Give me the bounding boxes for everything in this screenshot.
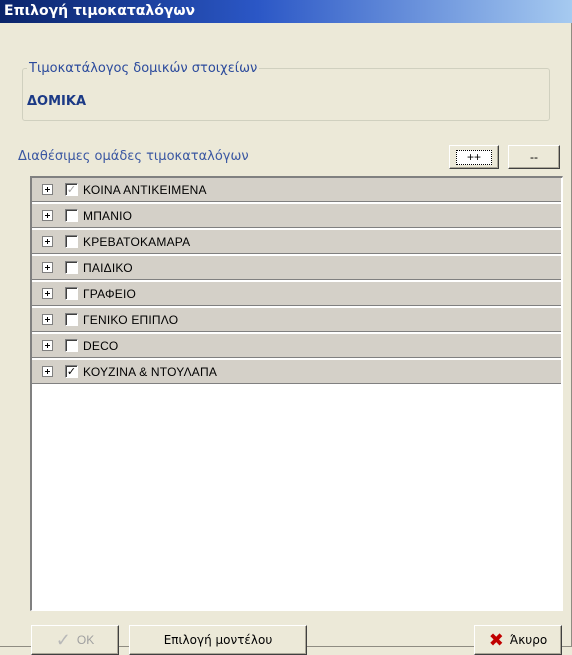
row-label: ΚΡΕΒΑΤΟΚΑΜΑΡΑ bbox=[83, 234, 191, 249]
window-title: Επιλογή τιμοκαταλόγων bbox=[0, 0, 572, 23]
row-label: ΠΑΙΔΙΚΟ bbox=[83, 260, 133, 275]
expand-icon[interactable] bbox=[42, 210, 53, 221]
row-checkbox[interactable] bbox=[65, 261, 78, 274]
row-checkbox[interactable]: ✓ bbox=[65, 183, 78, 196]
group-value: ΔΟΜΙΚΑ bbox=[27, 94, 87, 109]
collapse-all-button[interactable]: -- bbox=[508, 145, 560, 169]
expand-all-label: ++ bbox=[455, 149, 492, 165]
row-checkbox[interactable] bbox=[65, 209, 78, 222]
row-label: ΚΟΙΝΑ ΑΝΤΙΚΕΙΜΕΝΑ bbox=[83, 182, 207, 197]
row-checkbox[interactable] bbox=[65, 339, 78, 352]
expand-icon[interactable] bbox=[42, 366, 53, 377]
tree-row[interactable]: ΓΡΑΦΕΙΟ bbox=[32, 282, 561, 306]
price-list-group: Τιμοκατάλογος δομικών στοιχείων ΔΟΜΙΚΑ bbox=[22, 61, 550, 121]
row-checkbox[interactable] bbox=[65, 313, 78, 326]
groups-tree-list[interactable]: ✓ ΚΟΙΝΑ ΑΝΤΙΚΕΙΜΕΝΑ ΜΠΑΝΙΟ ΚΡΕΒΑΤΟΚΑΜΑΡΑ… bbox=[30, 176, 563, 611]
expand-icon[interactable] bbox=[42, 314, 53, 325]
expand-all-button[interactable]: ++ bbox=[449, 145, 499, 169]
tree-row[interactable]: ✓ ΚΟΥΖΙΝΑ & ΝΤΟΥΛΑΠΑ bbox=[32, 360, 561, 384]
available-groups-label: Διαθέσιμες ομάδες τιμοκαταλόγων bbox=[18, 149, 249, 164]
tree-row[interactable]: DECO bbox=[32, 334, 561, 358]
row-label: ΓΕΝΙΚΟ ΕΠΙΠΛΟ bbox=[83, 312, 179, 327]
ok-label: ΟΚ bbox=[76, 633, 95, 647]
close-x-icon: ✖ bbox=[488, 629, 504, 651]
expand-icon[interactable] bbox=[42, 262, 53, 273]
tree-row[interactable]: ✓ ΚΟΙΝΑ ΑΝΤΙΚΕΙΜΕΝΑ bbox=[32, 178, 561, 202]
select-model-button[interactable]: Επιλογή μοντέλου bbox=[129, 625, 307, 655]
group-legend: Τιμοκατάλογος δομικών στοιχείων bbox=[29, 61, 258, 76]
tree-row[interactable]: ΜΠΑΝΙΟ bbox=[32, 204, 561, 228]
row-label: ΜΠΑΝΙΟ bbox=[83, 208, 133, 223]
tree-row[interactable]: ΚΡΕΒΑΤΟΚΑΜΑΡΑ bbox=[32, 230, 561, 254]
row-checkbox[interactable] bbox=[65, 235, 78, 248]
row-label: DECO bbox=[83, 338, 119, 353]
expand-icon[interactable] bbox=[42, 340, 53, 351]
dialog-body: Τιμοκατάλογος δομικών στοιχείων ΔΟΜΙΚΑ Δ… bbox=[0, 23, 572, 655]
checkmark-icon: ✓ bbox=[55, 629, 71, 650]
tree-row[interactable]: ΓΕΝΙΚΟ ΕΠΙΠΛΟ bbox=[32, 308, 561, 332]
cancel-button[interactable]: ✖ Άκυρο bbox=[474, 625, 562, 655]
expand-icon[interactable] bbox=[42, 184, 53, 195]
row-checkbox[interactable]: ✓ bbox=[65, 365, 78, 378]
expand-icon[interactable] bbox=[42, 288, 53, 299]
cancel-label: Άκυρο bbox=[509, 633, 548, 647]
row-label: ΓΡΑΦΕΙΟ bbox=[83, 286, 137, 301]
ok-button[interactable]: ✓ ΟΚ bbox=[31, 625, 119, 655]
row-label: ΚΟΥΖΙΝΑ & ΝΤΟΥΛΑΠΑ bbox=[83, 364, 218, 379]
row-checkbox[interactable] bbox=[65, 287, 78, 300]
tree-row[interactable]: ΠΑΙΔΙΚΟ bbox=[32, 256, 561, 280]
expand-icon[interactable] bbox=[42, 236, 53, 247]
